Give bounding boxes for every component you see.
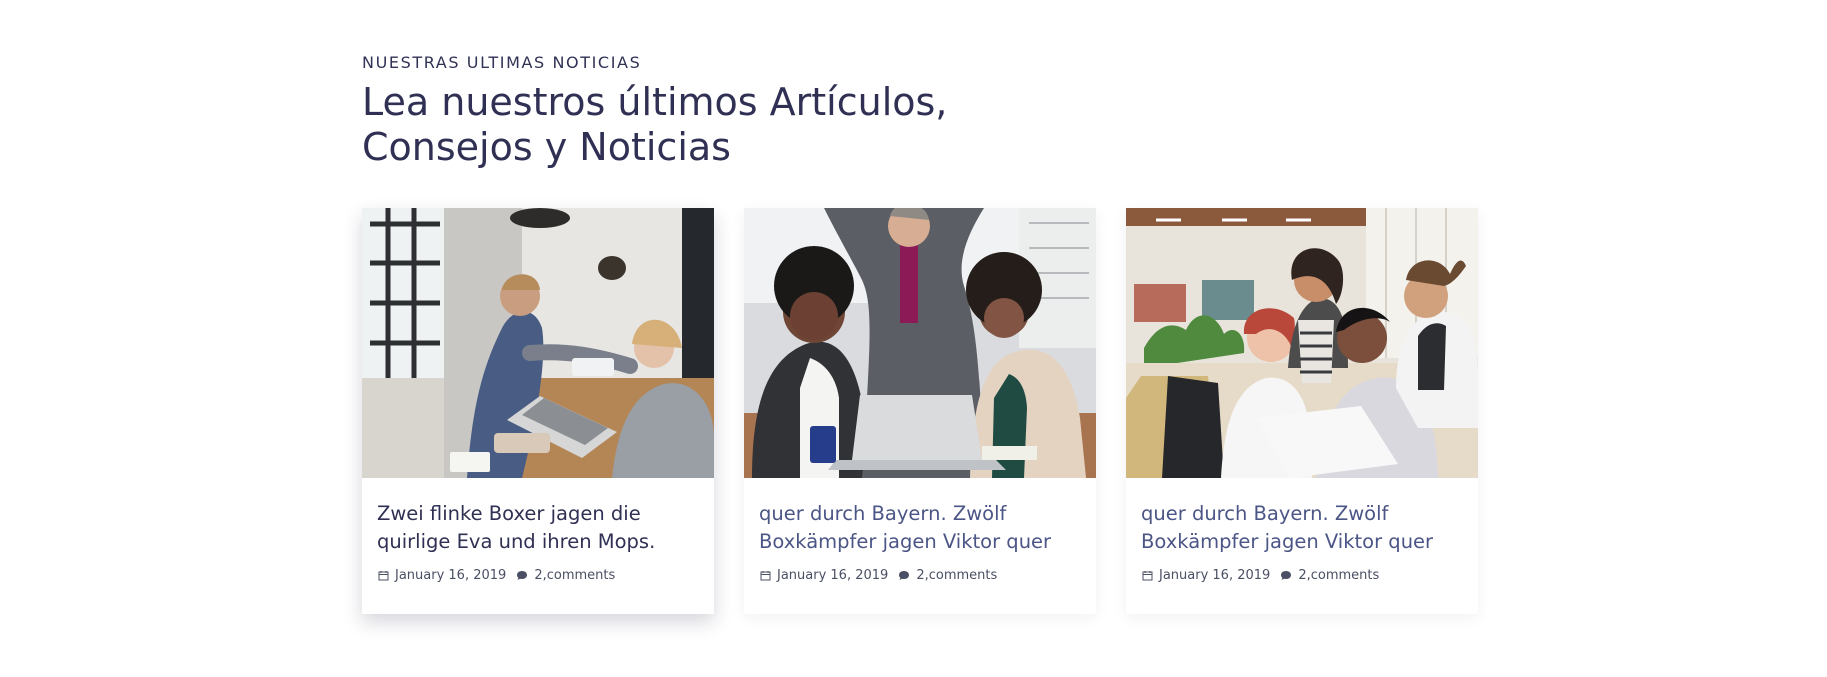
news-title[interactable]: quer durch Bayern. Zwölf Boxkämpfer jage… [1141,500,1466,556]
news-thumbnail[interactable] [362,208,714,478]
office-handshake-photo [362,208,714,478]
news-card[interactable]: quer durch Bayern. Zwölf Boxkämpfer jage… [744,208,1096,614]
post-date: January 16, 2019 [759,568,888,583]
calendar-icon [377,570,389,582]
calendar-icon [1141,570,1153,582]
comment-bubble-icon [1280,570,1292,582]
group-collaboration-photo [1126,208,1478,478]
news-title[interactable]: quer durch Bayern. Zwölf Boxkämpfer jage… [759,500,1084,556]
news-card[interactable]: quer durch Bayern. Zwölf Boxkämpfer jage… [1126,208,1478,614]
post-date-text: January 16, 2019 [1159,568,1271,583]
latest-news-section: NUESTRAS ULTIMAS NOTICIAS Lea nuestros ú… [362,0,1482,677]
post-comments[interactable]: 2,comments [516,568,615,583]
news-meta: January 16, 2019 2,comments [1141,568,1379,583]
section-eyebrow: NUESTRAS ULTIMAS NOTICIAS [362,53,642,72]
comment-bubble-icon [516,570,528,582]
comments-text[interactable]: 2,comments [534,568,615,583]
comments-text[interactable]: 2,comments [916,568,997,583]
comments-text[interactable]: 2,comments [1298,568,1379,583]
news-thumbnail[interactable] [744,208,1096,478]
post-comments[interactable]: 2,comments [1280,568,1379,583]
news-thumbnail[interactable] [1126,208,1478,478]
news-meta: January 16, 2019 2,comments [759,568,997,583]
news-card[interactable]: Zwei flinke Boxer jagen die quirlige Eva… [362,208,714,614]
post-date: January 16, 2019 [1141,568,1270,583]
post-comments[interactable]: 2,comments [898,568,997,583]
post-date-text: January 16, 2019 [777,568,889,583]
calendar-icon [759,570,771,582]
post-date-text: January 16, 2019 [395,568,507,583]
post-date: January 16, 2019 [377,568,506,583]
comment-bubble-icon [898,570,910,582]
news-meta: January 16, 2019 2,comments [377,568,615,583]
section-headline: Lea nuestros últimos Artículos, Consejos… [362,80,948,169]
news-title[interactable]: Zwei flinke Boxer jagen die quirlige Eva… [377,500,702,556]
team-laptop-photo [744,208,1096,478]
